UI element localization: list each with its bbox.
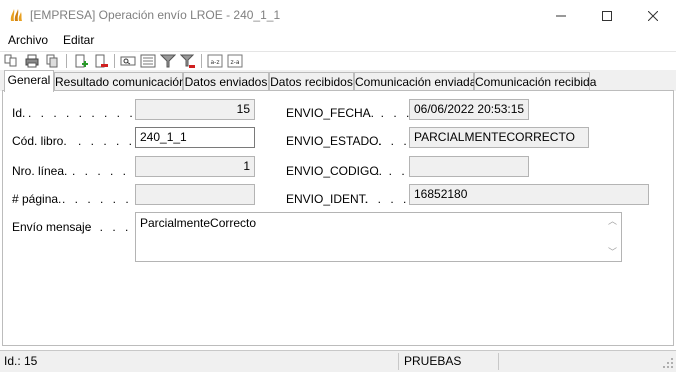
copy-icon[interactable] (44, 53, 60, 69)
mensaje-text: ParcialmenteCorrecto (140, 216, 257, 230)
linea-field[interactable]: 1 (135, 156, 255, 177)
toolbar: a-z z-a (0, 51, 676, 69)
libro-label: Cód. libro. (12, 134, 67, 148)
fecha-field[interactable]: 06/06/2022 20:53:15 (409, 99, 529, 120)
ident-field[interactable]: 16852180 (409, 184, 649, 205)
new-doc-icon[interactable] (3, 53, 19, 69)
linea-label: Nro. línea. (12, 164, 68, 178)
menu-editar[interactable]: Editar (63, 33, 94, 47)
sort-asc-icon[interactable]: a-z (207, 53, 223, 69)
tab-strip: General Resultado comunicación Datos env… (0, 70, 676, 92)
codigo-label: ENVIO_CODIGO. (286, 164, 383, 178)
tab-resultado-comunicacion[interactable]: Resultado comunicación (54, 72, 186, 91)
title-bar: [EMPRESA] Operación envío LROE - 240_1_1 (0, 0, 676, 31)
close-icon (648, 10, 658, 21)
svg-text:z-a: z-a (231, 59, 240, 66)
mensaje-textarea[interactable]: ParcialmenteCorrecto ︿ ﹀ (135, 212, 622, 262)
close-button[interactable] (630, 0, 676, 31)
add-doc-icon[interactable] (73, 53, 89, 69)
toolbar-separator (66, 54, 67, 68)
clear-filter-icon[interactable] (180, 53, 196, 69)
list-icon[interactable] (140, 53, 156, 69)
toolbar-separator (201, 54, 202, 68)
filter-icon[interactable] (160, 53, 176, 69)
tab-datos-enviados[interactable]: Datos enviados (183, 72, 269, 91)
estado-label: ENVIO_ESTADO. (286, 134, 382, 148)
minimize-icon (556, 15, 566, 16)
tab-comunicacion-recibida[interactable]: Comunicación recibida (474, 72, 596, 91)
status-id: Id.: 15 (4, 354, 38, 368)
estado-field[interactable]: PARCIALMENTECORRECTO (409, 127, 589, 148)
codigo-field[interactable] (409, 156, 529, 177)
menu-archivo[interactable]: Archivo (8, 33, 48, 47)
status-environment: PRUEBAS (404, 354, 462, 368)
id-label: Id. (12, 106, 26, 120)
delete-doc-icon[interactable] (93, 53, 109, 69)
id-field[interactable]: 15 (135, 99, 255, 120)
scroll-up-icon[interactable]: ︿ (608, 217, 617, 226)
app-flame-icon (10, 9, 22, 21)
window-title: [EMPRESA] Operación envío LROE - 240_1_1 (30, 8, 281, 22)
pagina-field[interactable] (135, 184, 255, 205)
maximize-button[interactable] (584, 0, 630, 31)
status-divider (498, 353, 499, 370)
sort-desc-icon[interactable]: z-a (227, 53, 243, 69)
toolbar-separator (114, 54, 115, 68)
ident-label: ENVIO_IDENT. (286, 192, 369, 206)
menu-bar: Archivo Editar (0, 31, 676, 50)
resize-grip-icon[interactable] (662, 357, 674, 369)
tab-datos-recibidos[interactable]: Datos recibidos (269, 72, 354, 91)
search-icon[interactable] (120, 53, 136, 69)
svg-text:a-z: a-z (211, 59, 220, 66)
fecha-label: ENVIO_FECHA. (286, 106, 375, 120)
scroll-down-icon[interactable]: ﹀ (608, 248, 617, 257)
vertical-scrollbar[interactable]: ︿ ﹀ (604, 213, 621, 261)
print-icon[interactable] (24, 53, 40, 69)
mensaje-label: Envío mensaje (12, 220, 92, 234)
tab-comunicacion-enviada[interactable]: Comunicación enviada (354, 72, 476, 91)
tab-general[interactable]: General (4, 70, 54, 92)
maximize-icon (602, 10, 612, 21)
status-bar: Id.: 15 PRUEBAS (0, 350, 676, 372)
minimize-button[interactable] (538, 0, 584, 31)
libro-field[interactable]: 240_1_1 (135, 127, 255, 148)
status-divider (398, 353, 399, 370)
pagina-label: # página. (12, 192, 62, 206)
